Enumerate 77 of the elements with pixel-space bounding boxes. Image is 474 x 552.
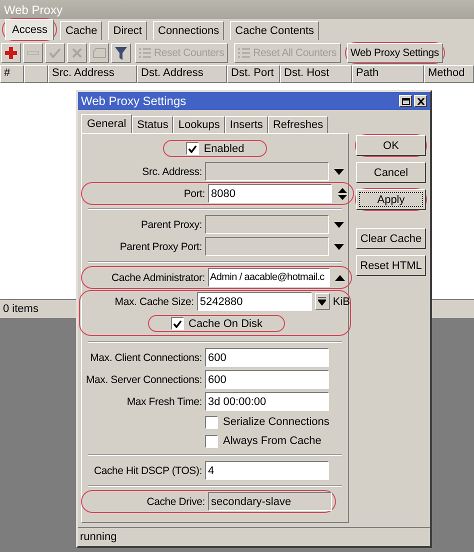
tab[interactable]: Direct — [108, 21, 147, 40]
dropdown-arrow-icon[interactable] — [334, 168, 344, 174]
field-label: Max. Cache Size: — [114, 296, 195, 308]
dropdown-arrow-icon[interactable] — [334, 244, 344, 250]
close-button[interactable] — [414, 95, 427, 107]
tab[interactable]: Status — [132, 116, 174, 133]
tab[interactable]: General — [81, 114, 132, 133]
status-text: 0 items — [3, 303, 38, 315]
dialog-title: Web Proxy Settings — [81, 94, 186, 108]
field-label: Max Fresh Time: — [126, 396, 203, 408]
input-field[interactable]: 5242880 — [196, 292, 312, 311]
field-label: Parent Proxy Port: — [118, 240, 203, 252]
column-header[interactable] — [24, 65, 48, 83]
checkbox[interactable] — [205, 434, 218, 448]
column-header[interactable]: Dst. Host — [280, 65, 352, 83]
checkbox[interactable] — [205, 416, 218, 428]
filter-icon — [115, 46, 127, 60]
unit-menu-button[interactable] — [314, 293, 330, 310]
dialog-button[interactable]: Apply — [356, 189, 426, 210]
close-icon — [416, 98, 424, 104]
input-field[interactable]: 600 — [205, 370, 329, 389]
toolbar-button[interactable] — [111, 43, 131, 63]
column-header[interactable]: Path — [352, 65, 424, 83]
field-label: Max. Server Connections: — [84, 374, 203, 386]
column-header[interactable]: Dst. Port — [227, 65, 280, 83]
field-label: Cache Hit DSCP (TOS): — [92, 464, 203, 476]
note-icon — [92, 48, 106, 58]
tab[interactable]: Inserts — [224, 116, 268, 133]
field-label: Max. Client Connections: — [89, 352, 203, 364]
input-field[interactable]: secondary-slave — [208, 492, 332, 511]
collapse-arrow-icon[interactable] — [335, 274, 345, 280]
field-label: Src. Address: — [141, 166, 203, 178]
dialog-button[interactable]: Clear Cache — [356, 228, 426, 249]
plus-icon — [5, 47, 17, 59]
column-header[interactable]: Dst. Address — [137, 65, 227, 83]
dialog-button[interactable]: Cancel — [356, 162, 426, 183]
list-icon — [139, 48, 151, 58]
window-title: Web Proxy — [0, 0, 474, 19]
tab[interactable]: Access — [5, 19, 54, 40]
field-label: Port: — [182, 188, 206, 200]
checkbox-label: Serialize Connections — [223, 416, 330, 428]
maximize-button[interactable] — [399, 95, 412, 107]
dialog-button[interactable]: Reset HTML — [356, 255, 426, 276]
tab[interactable]: Cache Contents — [230, 21, 320, 40]
spinner-arrows-icon[interactable] — [338, 188, 346, 200]
input-field[interactable]: 600 — [205, 348, 329, 367]
column-header[interactable]: Src. Address — [48, 65, 137, 83]
unit-label: KiB — [332, 296, 350, 308]
checkbox[interactable] — [170, 317, 184, 330]
input-field[interactable]: 4 — [205, 461, 329, 480]
checkbox-label: Enabled — [204, 142, 244, 154]
checkbox[interactable] — [186, 142, 199, 155]
minus-icon — [27, 51, 39, 55]
check-icon — [49, 48, 61, 58]
dropdown-arrow-icon[interactable] — [334, 222, 344, 228]
column-header[interactable]: # — [0, 65, 24, 83]
field-label: Cache Drive: — [146, 496, 206, 508]
toolbar-button[interactable]: Web Proxy Settings — [346, 43, 443, 63]
maximize-icon — [402, 98, 410, 104]
status-text: running — [80, 531, 117, 543]
toolbar-button[interactable] — [1, 43, 21, 63]
tab[interactable]: Cache — [60, 21, 102, 40]
checkbox-label: Always From Cache — [223, 435, 322, 447]
list-icon — [238, 48, 250, 58]
input-field[interactable]: 3d 00:00:00 — [205, 392, 329, 411]
tab[interactable]: Lookups — [173, 116, 225, 133]
field-label: Cache Administrator: — [110, 272, 206, 284]
input-field[interactable]: Admin / aacable@hotmail.c — [208, 268, 330, 287]
arrow-down-icon — [318, 297, 326, 306]
tab[interactable]: Refreshes — [268, 116, 328, 133]
checkbox-label: Cache On Disk — [188, 318, 262, 330]
column-header[interactable]: Method — [424, 65, 474, 83]
input-field[interactable]: 8080 — [208, 184, 332, 203]
cross-icon — [72, 48, 82, 58]
dialog-button[interactable]: OK — [356, 135, 426, 156]
field-label: Parent Proxy: — [140, 218, 203, 230]
tab[interactable]: Connections — [153, 21, 224, 40]
